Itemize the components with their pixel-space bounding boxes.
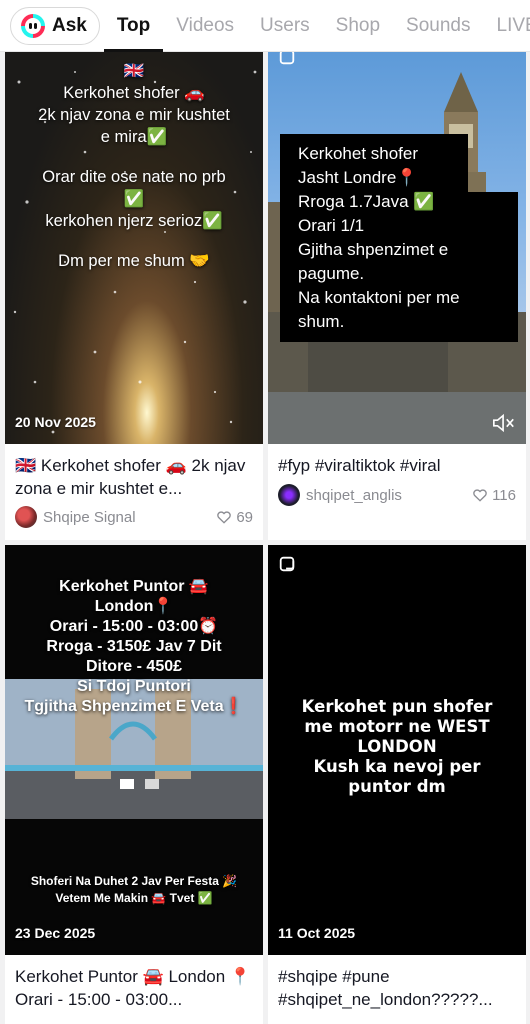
video-caption[interactable]: #fyp #viraltiktok #viral bbox=[278, 454, 518, 477]
heart-icon bbox=[217, 511, 232, 524]
overlay-line: Kerkohet shofer bbox=[298, 144, 419, 163]
video-thumbnail[interactable]: Kerkohet Puntor 🚘 London📍 Orari - 15:00 … bbox=[5, 545, 263, 955]
photo-carousel-icon bbox=[279, 556, 295, 572]
tab-sounds[interactable]: Sounds bbox=[393, 0, 483, 52]
video-overlay-text: 🇬🇧 Kerkohet shofer 🚗 2k njav zona e mir … bbox=[5, 60, 263, 272]
overlay-line: Jasht Londre📍 bbox=[298, 168, 418, 187]
video-overlay-text: Kerkohet pun shofer me motorr ne WEST LO… bbox=[268, 697, 526, 797]
overlay-line: e mira✅ bbox=[100, 128, 168, 146]
like-count-value: 69 bbox=[236, 508, 253, 526]
overlay-line: LONDON bbox=[357, 737, 437, 756]
video-meta: shqipet_anglis 116 bbox=[278, 484, 516, 506]
video-card[interactable]: Kerkohet pun shofer me motorr ne WEST LO… bbox=[268, 545, 526, 1024]
like-count-value: 116 bbox=[492, 486, 516, 504]
tab-videos[interactable]: Videos bbox=[163, 0, 247, 52]
video-overlay-text: Kerkohet Puntor 🚘 London📍 Orari - 15:00 … bbox=[5, 577, 263, 717]
video-bottom-text: Shoferi Na Duhet 2 Jav Per Festa 🎉 Vetem… bbox=[5, 873, 263, 907]
overlay-line: Orari - 15:00 - 03:00⏰ bbox=[49, 618, 219, 635]
overlay-line: Kerkohet pun shofer bbox=[301, 697, 493, 716]
video-date: 23 Dec 2025 bbox=[15, 925, 96, 941]
heart-icon bbox=[473, 489, 487, 502]
tab-shop[interactable]: Shop bbox=[323, 0, 393, 52]
video-caption[interactable]: 🇬🇧 Kerkohet shofer 🚗 2k njav zona e mir … bbox=[15, 454, 255, 500]
video-caption[interactable]: Kerkohet Puntor 🚘 London 📍 Orari - 15:00… bbox=[15, 965, 255, 1011]
avatar[interactable] bbox=[15, 506, 37, 528]
video-caption[interactable]: #shqipe #pune #shqipet_ne_london?????... bbox=[278, 965, 518, 1011]
overlay-spacer bbox=[5, 148, 263, 166]
search-tab-bar: Ask Top Videos Users Shop Sounds LIVE bbox=[0, 0, 530, 52]
overlay-spacer bbox=[5, 232, 263, 250]
overlay-line: Vetem Me Makin 🚘 Tvet ✅ bbox=[55, 891, 213, 905]
photo-carousel-icon bbox=[279, 52, 295, 65]
video-card[interactable]: Kerkohet Puntor 🚘 London📍 Orari - 15:00 … bbox=[5, 545, 263, 1024]
ask-label: Ask bbox=[52, 14, 87, 36]
overlay-line: me motorr ne WEST bbox=[304, 717, 490, 736]
ask-button[interactable]: Ask bbox=[10, 6, 100, 45]
video-meta: Shqipe Signal 69 bbox=[15, 506, 253, 528]
overlay-line: Si Tdoj Puntori bbox=[77, 678, 191, 695]
video-thumbnail[interactable]: Kerkohet pun shofer me motorr ne WEST LO… bbox=[268, 545, 526, 955]
like-count: 116 bbox=[472, 487, 516, 504]
tab-live[interactable]: LIVE bbox=[484, 0, 530, 52]
overlay-line: kerkohen njerz serioz✅ bbox=[45, 212, 223, 230]
video-card[interactable]: Kerkohet shofer Jasht Londre📍 Rroga 1.7J… bbox=[268, 52, 526, 540]
video-thumbnail[interactable]: 🇬🇧 Kerkohet shofer 🚗 2k njav zona e mir … bbox=[5, 52, 263, 444]
overlay-line: Ditore - 450£ bbox=[85, 658, 183, 675]
overlay-line: Kerkohet shofer 🚗 bbox=[63, 84, 205, 102]
overlay-line: Shoferi Na Duhet 2 Jav Per Festa 🎉 bbox=[30, 874, 238, 888]
author-name[interactable]: shqipet_anglis bbox=[306, 487, 472, 504]
author-name[interactable]: Shqipe Signal bbox=[43, 509, 216, 526]
video-overlay-text: Kerkohet shofer Jasht Londre📍 Rroga 1.7J… bbox=[280, 142, 518, 334]
tab-users[interactable]: Users bbox=[247, 0, 323, 52]
video-card[interactable]: 🇬🇧 Kerkohet shofer 🚗 2k njav zona e mir … bbox=[5, 52, 263, 540]
overlay-line: 🇬🇧 bbox=[123, 62, 145, 80]
overlay-line: puntor dm bbox=[348, 777, 446, 796]
overlay-line: Kerkohet Puntor 🚘 bbox=[59, 578, 209, 595]
overlay-line: London📍 bbox=[94, 598, 174, 615]
overlay-line: Tgjitha Shpenzimet E Veta❗ bbox=[24, 698, 244, 715]
mute-icon[interactable] bbox=[492, 412, 516, 434]
overlay-line: ✅ bbox=[123, 190, 145, 208]
search-results-page: Ask Top Videos Users Shop Sounds LIVE 🇬🇧 bbox=[0, 0, 530, 1024]
like-count: 69 bbox=[216, 509, 253, 526]
overlay-line: Rroga - 3150£ Jav 7 Dit bbox=[46, 638, 222, 655]
overlay-line: pagume. bbox=[298, 264, 365, 283]
overlay-line: Orari 1/1 bbox=[298, 216, 365, 235]
overlay-line: shum. bbox=[298, 312, 345, 331]
video-date: 20 Nov 2025 bbox=[15, 414, 96, 430]
tab-top[interactable]: Top bbox=[103, 0, 164, 52]
overlay-line: 2k njav zona e mir kushtet bbox=[38, 106, 230, 124]
overlay-line: Rroga 1.7Java ✅ bbox=[298, 192, 435, 211]
avatar[interactable] bbox=[278, 484, 300, 506]
overlay-line: Kush ka nevoj per bbox=[313, 757, 481, 776]
video-thumbnail[interactable]: Kerkohet shofer Jasht Londre📍 Rroga 1.7J… bbox=[268, 52, 526, 444]
overlay-line: Gjitha shpenzimet e bbox=[298, 240, 449, 259]
overlay-line: Dm per me shum 🤝 bbox=[58, 252, 210, 270]
overlay-line: Na kontaktoni per me bbox=[298, 288, 460, 307]
overlay-line: Orar dite ose nate no prb bbox=[42, 168, 226, 186]
ask-logo-icon bbox=[21, 13, 45, 38]
video-date: 11 Oct 2025 bbox=[278, 925, 356, 941]
